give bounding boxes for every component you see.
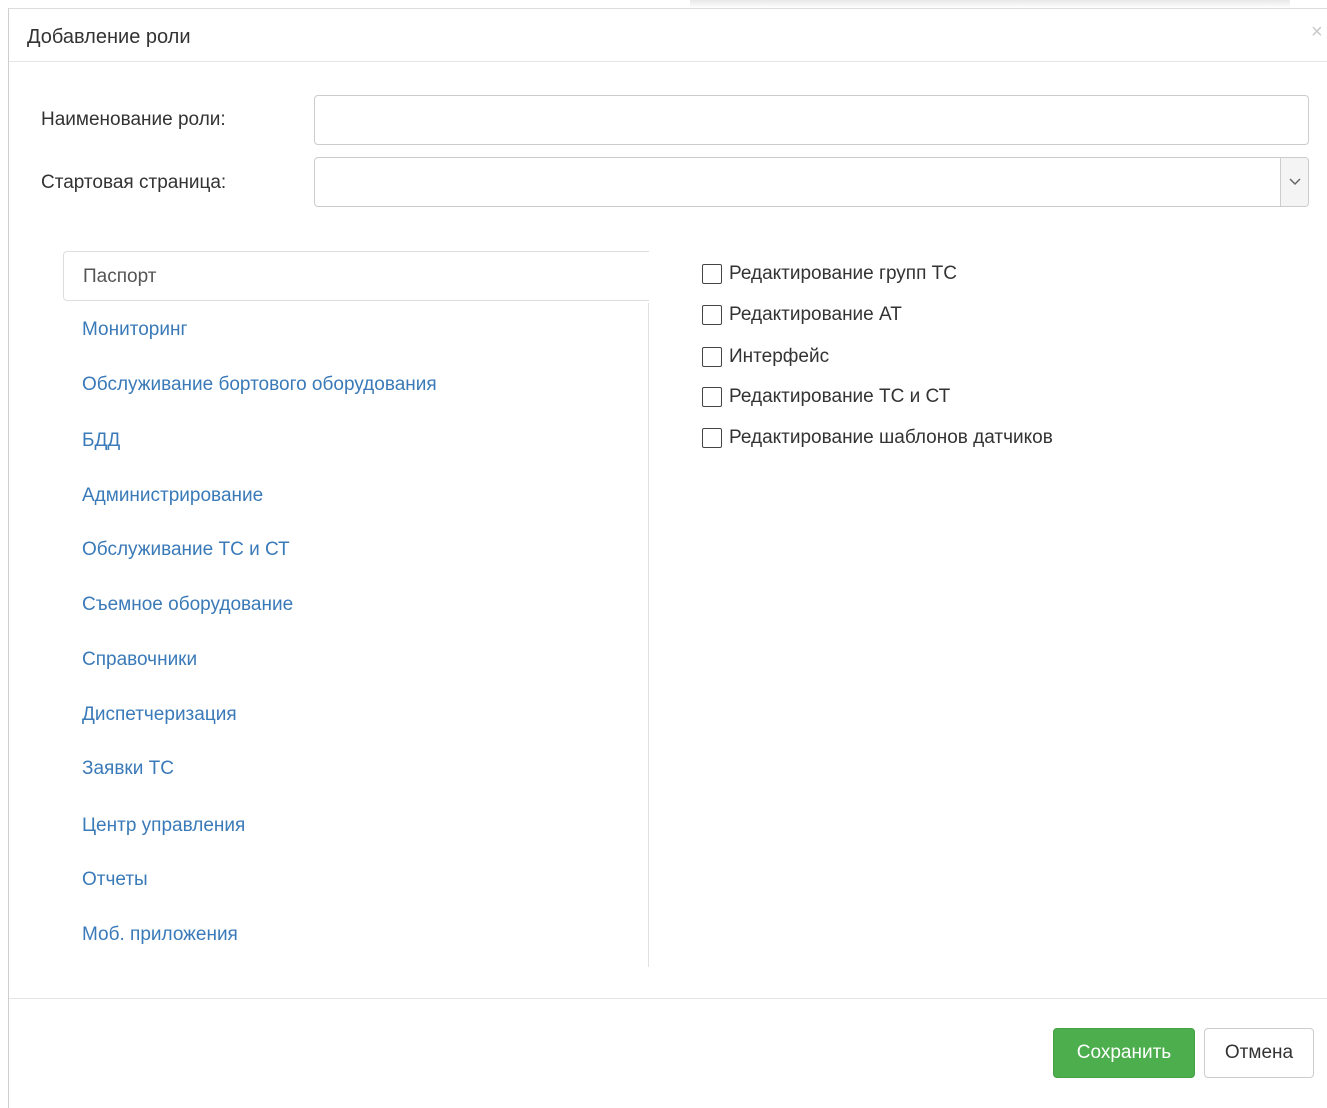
dialog-header: Добавление роли × (9, 9, 1327, 62)
permission-checkbox[interactable] (702, 428, 722, 448)
save-button[interactable]: Сохранить (1053, 1028, 1195, 1078)
tab-item[interactable]: Центр управления (63, 801, 649, 851)
permission-label: Интерфейс (729, 346, 830, 367)
tab-item[interactable]: Диспетчеризация (63, 690, 649, 740)
start-page-select[interactable] (314, 157, 1309, 207)
cancel-button[interactable]: Отмена (1204, 1028, 1314, 1078)
permission-item[interactable]: Редактирование ТС и СТ (702, 384, 950, 410)
add-role-dialog: Добавление роли × Наименование роли: Ста… (8, 8, 1327, 1108)
role-name-input[interactable] (314, 95, 1309, 145)
tab-item[interactable]: Заявки ТС (63, 744, 649, 794)
top-shadow (690, 0, 1290, 8)
tab-item[interactable]: Справочники (63, 635, 649, 685)
section-tabs: Паспорт Мониторинг Обслуживание бортового … (63, 251, 649, 967)
permission-label: Редактирование шаблонов датчиков (729, 427, 1053, 448)
permission-checkbox[interactable] (702, 264, 722, 284)
tab-item[interactable]: Моб. приложения (63, 910, 649, 960)
permission-label: Редактирование ТС и СТ (729, 386, 951, 407)
dialog-title: Добавление роли (27, 26, 191, 48)
tab-item[interactable]: Обслуживание бортового оборудования (63, 360, 649, 410)
permission-item[interactable]: Редактирование шаблонов датчиков (702, 425, 1053, 451)
permission-label: Редактирование АТ (729, 304, 902, 325)
permission-checkbox[interactable] (702, 305, 722, 325)
role-name-label: Наименование роли: (41, 109, 226, 130)
permission-item[interactable]: Редактирование АТ (702, 302, 902, 328)
permission-checkbox[interactable] (702, 387, 722, 407)
footer-divider (9, 998, 1327, 999)
start-page-label: Стартовая страница: (41, 172, 227, 193)
permission-label: Редактирование групп ТС (729, 263, 957, 284)
permission-item[interactable]: Редактирование групп ТС (702, 261, 957, 287)
permission-item[interactable]: Интерфейс (702, 344, 829, 370)
close-icon[interactable]: × (1311, 22, 1323, 42)
tab-item[interactable]: Отчеты (63, 855, 649, 905)
tab-item[interactable]: Паспорт (63, 251, 649, 301)
tab-item[interactable]: Обслуживание ТС и СТ (63, 525, 649, 575)
tab-item[interactable]: Мониторинг (63, 305, 649, 355)
chevron-down-icon[interactable] (1280, 158, 1308, 206)
tab-item[interactable]: БДД (63, 416, 649, 466)
tab-item[interactable]: Съемное оборудование (63, 580, 649, 630)
permission-checkbox[interactable] (702, 347, 722, 367)
tab-item[interactable]: Администрирование (63, 471, 649, 521)
